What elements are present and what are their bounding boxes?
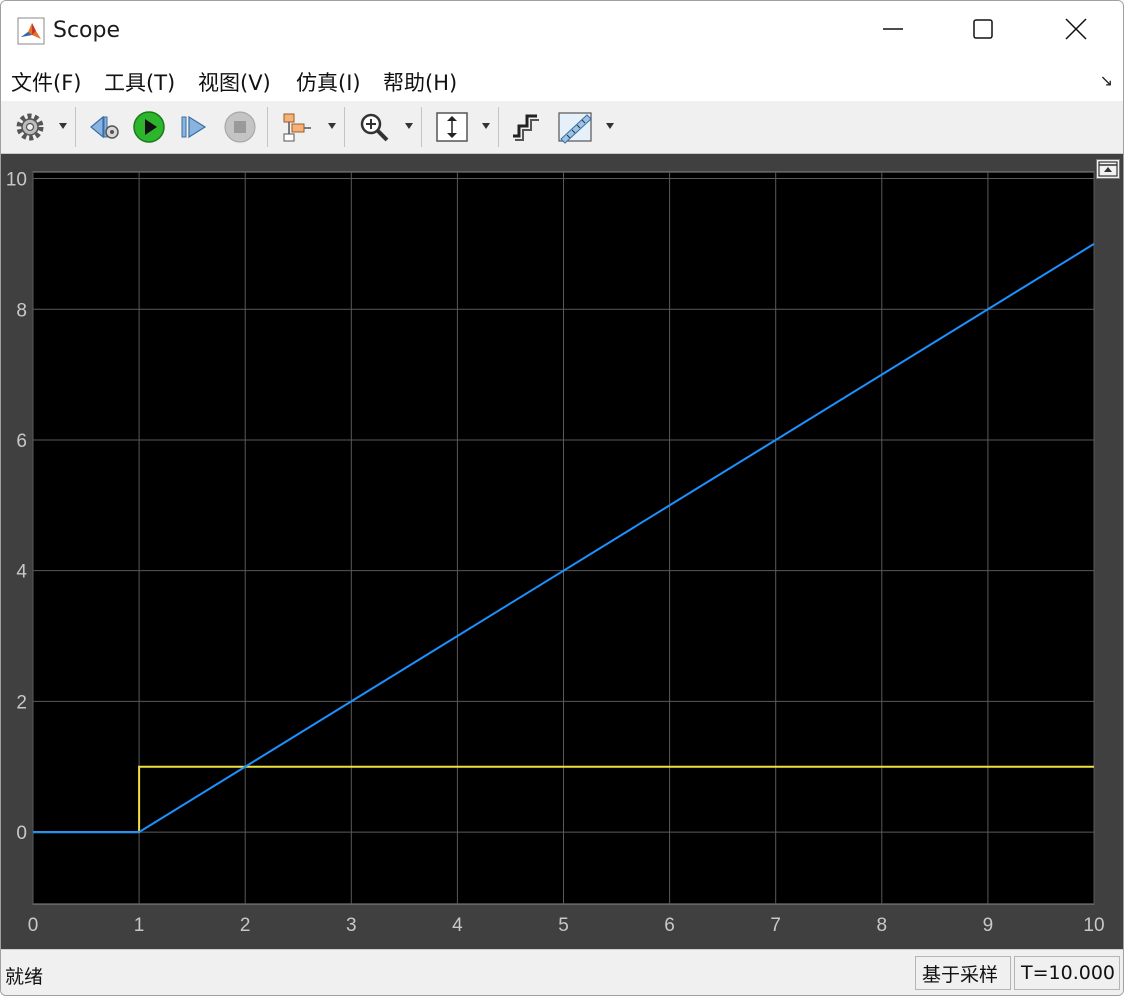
run-button[interactable] — [131, 109, 167, 145]
triggers-button[interactable] — [280, 109, 314, 145]
toolbar-separator — [498, 107, 499, 147]
step-back-icon — [87, 110, 121, 144]
close-button[interactable] — [1046, 9, 1106, 53]
y-tick-label: 10 — [6, 170, 27, 191]
toolbar-separator — [421, 107, 422, 147]
scale-axes-button[interactable] — [435, 109, 469, 145]
undock-button[interactable] — [1096, 159, 1120, 179]
scale-axes-icon — [435, 110, 469, 144]
matlab-logo-icon — [17, 17, 45, 45]
y-tick-label: 4 — [16, 562, 27, 583]
status-bar: 就绪 基于采样 T=10.000 — [1, 949, 1123, 995]
run-icon — [131, 109, 167, 145]
scale-dropdown-icon[interactable] — [482, 123, 490, 129]
stop-button[interactable] — [223, 109, 257, 145]
x-tick-label: 3 — [346, 915, 357, 936]
menu-tools[interactable]: 工具(T) — [104, 67, 175, 97]
undock-icon — [1097, 161, 1119, 182]
simulation-time: T=10.000 — [1014, 956, 1120, 990]
x-tick-label: 7 — [770, 915, 781, 936]
toolbar-separator — [75, 107, 76, 147]
menu-simulation[interactable]: 仿真(I) — [296, 67, 361, 97]
step-forward-button[interactable] — [177, 109, 211, 145]
x-tick-label: 4 — [452, 915, 463, 936]
x-tick-label: 2 — [240, 915, 251, 936]
zoom-button[interactable] — [357, 109, 391, 145]
x-tick-label: 5 — [558, 915, 569, 936]
menu-file[interactable]: 文件(F) — [11, 67, 81, 97]
window-title: Scope — [53, 18, 121, 43]
measurements-icon — [557, 109, 593, 145]
x-tick-label: 1 — [134, 915, 145, 936]
title-bar: Scope — [1, 1, 1123, 59]
triggers-dropdown-icon[interactable] — [328, 123, 336, 129]
menu-bar: 文件(F) 工具(T) 视图(V) 仿真(I) 帮助(H) ↘ — [1, 59, 1123, 102]
triggers-icon — [280, 110, 314, 144]
sample-mode-indicator: 基于采样 — [915, 956, 1011, 990]
dock-arrow-icon[interactable]: ↘ — [1100, 71, 1113, 91]
plot-panel: 0 1 2 3 4 5 6 7 8 9 10 0 2 4 6 8 10 — [1, 154, 1123, 949]
maximize-icon — [973, 18, 993, 44]
y-tick-label: 6 — [16, 431, 27, 452]
stop-icon — [223, 110, 257, 144]
menu-view[interactable]: 视图(V) — [198, 67, 271, 97]
signal-select-button[interactable] — [509, 109, 543, 145]
toolbar-separator — [344, 107, 345, 147]
settings-button[interactable] — [13, 109, 47, 145]
status-text: 就绪 — [5, 966, 44, 988]
x-tick-label: 6 — [664, 915, 675, 936]
settings-gear-icon — [13, 110, 47, 144]
close-icon — [1065, 17, 1087, 45]
step-back-button[interactable] — [87, 109, 121, 145]
scope-window: Scope 文件(F) 工具(T) 视图(V) 仿真(I) 帮助(H) ↘ 0 … — [0, 0, 1124, 996]
measurements-button[interactable] — [557, 109, 593, 145]
signal-select-icon — [509, 110, 543, 144]
minimize-button[interactable] — [863, 9, 923, 53]
minimize-icon — [883, 19, 903, 44]
toolbar-separator — [267, 107, 268, 147]
zoom-in-icon — [357, 110, 391, 144]
toolbar — [1, 101, 1123, 154]
x-tick-label: 10 — [1083, 915, 1104, 936]
x-tick-label: 0 — [28, 915, 39, 936]
menu-help[interactable]: 帮助(H) — [383, 67, 457, 97]
measurements-dropdown-icon[interactable] — [606, 123, 614, 129]
settings-dropdown-icon[interactable] — [59, 123, 67, 129]
y-tick-label: 2 — [16, 692, 27, 713]
y-tick-label: 8 — [16, 300, 27, 321]
step-forward-icon — [177, 110, 211, 144]
maximize-button[interactable] — [953, 9, 1013, 53]
x-tick-label: 9 — [983, 915, 994, 936]
x-tick-label: 8 — [877, 915, 888, 936]
y-tick-label: 0 — [16, 823, 27, 844]
scope-plot[interactable]: 0 1 2 3 4 5 6 7 8 9 10 0 2 4 6 8 10 — [1, 154, 1123, 949]
zoom-dropdown-icon[interactable] — [405, 123, 413, 129]
